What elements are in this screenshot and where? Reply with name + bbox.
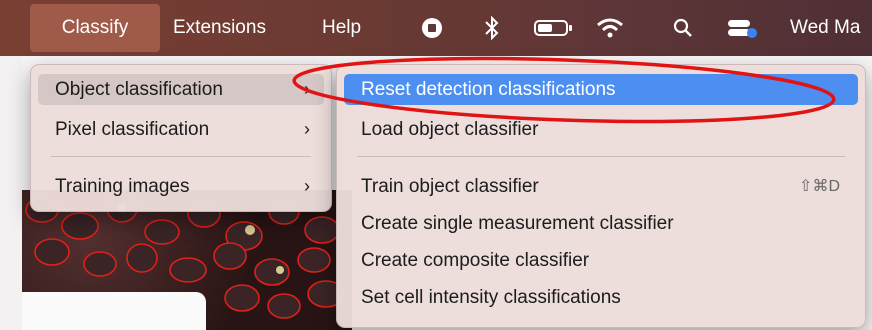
menu-separator	[357, 156, 845, 157]
menu-item-create-composite-classifier[interactable]: Create composite classifier	[344, 245, 858, 276]
menu-item-label: Object classification	[55, 79, 223, 100]
control-center-icon[interactable]	[722, 0, 762, 56]
menu-item-label: Pixel classification	[55, 119, 210, 140]
record-icon[interactable]	[418, 0, 446, 56]
menu-item-label: Create single measurement classifier	[361, 213, 674, 234]
menu-item-label: Reset detection classifications	[361, 79, 616, 100]
menu-item-label: Load object classifier	[361, 119, 539, 140]
object-classification-submenu: Reset detection classifications Load obj…	[336, 64, 866, 328]
menu-item-pixel-classification[interactable]: Pixel classification ›	[38, 114, 324, 145]
menu-help[interactable]: Help	[322, 0, 361, 56]
wifi-icon[interactable]	[594, 0, 626, 56]
menu-classify[interactable]: Classify	[30, 4, 160, 52]
chevron-right-icon: ›	[304, 79, 310, 99]
search-icon[interactable]	[670, 0, 696, 56]
bluetooth-icon[interactable]	[480, 0, 504, 56]
menu-clock[interactable]: Wed Ma	[790, 0, 860, 56]
side-panel	[22, 292, 206, 330]
keyboard-shortcut: ⇧⌘D	[799, 178, 840, 195]
menu-item-reset-detection-classifications[interactable]: Reset detection classifications	[344, 74, 858, 105]
classify-menu: Object classification › Pixel classifica…	[30, 64, 332, 212]
menu-item-train-object-classifier[interactable]: Train object classifier ⇧⌘D	[344, 171, 858, 202]
menu-item-create-single-measurement-classifier[interactable]: Create single measurement classifier	[344, 208, 858, 239]
menu-item-training-images[interactable]: Training images ›	[38, 171, 324, 202]
menu-item-object-classification[interactable]: Object classification ›	[38, 74, 324, 105]
chevron-right-icon: ›	[304, 176, 310, 196]
menu-item-set-cell-intensity-classifications[interactable]: Set cell intensity classifications	[344, 282, 858, 313]
window-edge	[0, 56, 22, 330]
menu-item-label: Set cell intensity classifications	[361, 287, 621, 308]
menu-item-label: Training images	[55, 176, 190, 197]
menu-separator	[51, 156, 311, 157]
menu-item-load-object-classifier[interactable]: Load object classifier	[344, 114, 858, 145]
menu-item-label: Create composite classifier	[361, 250, 590, 271]
menu-item-label: Train object classifier	[361, 176, 539, 197]
menu-extensions[interactable]: Extensions	[173, 0, 266, 56]
menu-bar: Classify Extensions Help Wed Ma	[0, 0, 872, 56]
chevron-right-icon: ›	[304, 119, 310, 139]
battery-icon[interactable]	[534, 0, 574, 56]
